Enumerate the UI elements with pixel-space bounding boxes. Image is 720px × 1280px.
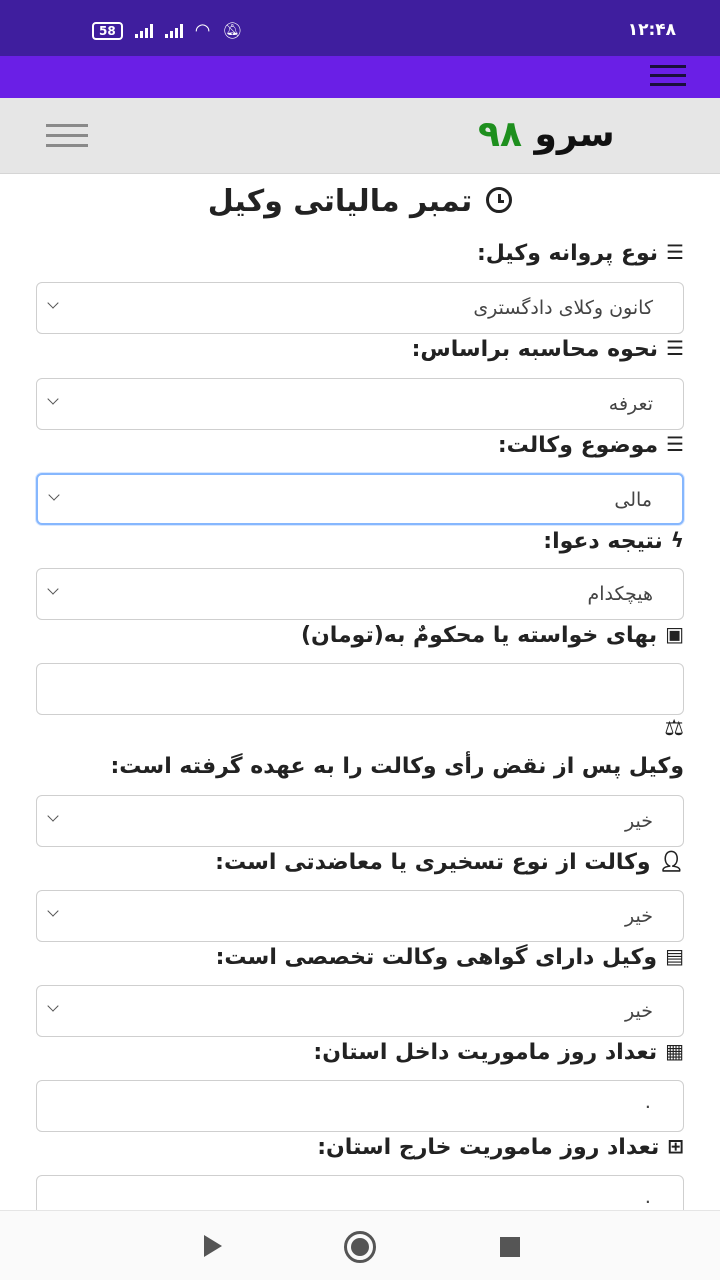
bars-icon: ☰ [666,240,684,264]
chevron-down-icon [49,808,57,820]
app-top-bar [0,56,720,98]
site-header: سرو ۹۸ [0,98,720,174]
claim-value-label: ▣بهای خواسته یا محکومٌ به(تومان) [300,622,684,648]
subject-select[interactable]: مالی [36,473,684,525]
status-icons: 58 ◠ 🔕︎ [92,20,243,41]
clock-icon [486,187,513,213]
bell-off-icon: 🔕︎ [222,21,243,40]
status-bar: 58 ◠ 🔕︎ ۱۲:۴۸ [0,0,720,56]
chevron-down-icon [49,903,57,915]
battery-icon: 58 [92,21,123,40]
system-nav-bar [0,1210,720,1280]
nav-toggle-icon[interactable] [46,124,88,148]
chevron-down-icon [49,581,57,593]
cassation-label: وکیل پس از نقض رأی وکالت را به عهده گرفت… [110,754,684,779]
brand-word: سرو [534,114,615,155]
specialist-select[interactable]: خیر [36,985,684,1037]
bolt-icon: ϟ [670,528,684,552]
page-title: تمبر مالیاتی وکیل [0,184,720,219]
claim-value-input[interactable] [36,663,684,715]
calc-method-select[interactable]: تعرفه [36,378,684,430]
license-type-select[interactable]: کانون وکلای دادگستری [36,282,684,334]
signal-icon-2 [164,23,183,38]
result-label: ϟنتیجه دعوا: [543,528,684,554]
money-icon: ▣ [665,622,684,646]
signal-icon [134,23,153,38]
back-icon[interactable] [204,1235,222,1257]
cassation-select[interactable]: خیر [36,795,684,847]
calendar-plus-icon: ⊞ [667,1134,684,1158]
recent-apps-icon[interactable] [500,1237,520,1257]
chevron-down-icon [49,998,57,1010]
home-icon[interactable] [344,1231,376,1263]
wifi-icon: ◠ [194,20,211,41]
brand-logo[interactable]: سرو ۹۸ [478,114,615,155]
user-icon: 👤︎ [658,849,684,873]
appointed-label: 👤︎وکالت از نوع تسخیری یا معاضدتی است: [215,849,684,875]
clock-time: ۱۲:۴۸ [627,20,676,40]
calc-method-label: ☰نحوه محاسبه براساس: [411,336,684,362]
bars-icon: ☰ [666,336,684,360]
license-type-label: ☰نوع پروانه وکیل: [477,240,684,266]
balance-scale-icon: ⚖ [664,716,684,741]
days-inside-label: ▦تعداد روز ماموریت داخل استان: [313,1039,684,1065]
bars-icon: ☰ [666,432,684,456]
id-card-icon: ▤ [665,944,684,968]
specialist-label: ▤وکیل دارای گواهی وکالت تخصصی است: [215,944,684,970]
days-outside-label: ⊞تعداد روز ماموریت خارج استان: [317,1134,684,1160]
chevron-down-icon [50,487,58,499]
days-inside-input[interactable]: ۰ [36,1080,684,1132]
chevron-down-icon [49,295,57,307]
days-outside-input[interactable]: ۰ [36,1175,684,1210]
calendar-icon: ▦ [665,1039,684,1063]
form-container: تمبر مالیاتی وکیل ☰نوع پروانه وکیل: کانو… [0,174,720,1210]
brand-number: ۹۸ [478,114,522,155]
appointed-select[interactable]: خیر [36,890,684,942]
result-select[interactable]: هیچکدام [36,568,684,620]
hamburger-menu-icon[interactable] [650,65,686,89]
chevron-down-icon [49,391,57,403]
subject-label: ☰موضوع وکالت: [497,432,684,458]
